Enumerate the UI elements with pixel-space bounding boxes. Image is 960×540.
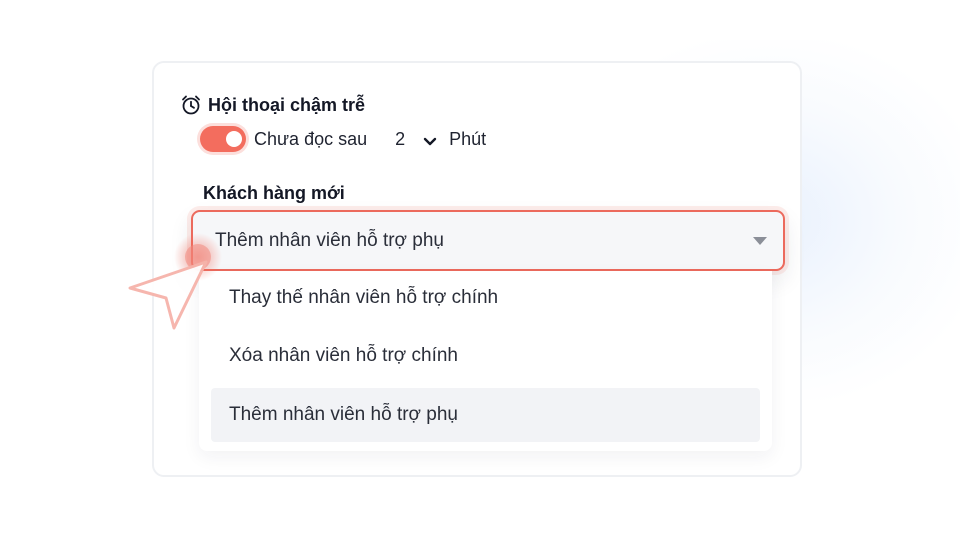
section-title: Hội thoại chậm trễ	[208, 94, 366, 115]
caret-down-icon	[753, 237, 767, 245]
dropdown-option[interactable]: Xóa nhân viên hỗ trợ chính	[211, 329, 760, 383]
select-current-value: Thêm nhân viên hỗ trợ phụ	[215, 230, 444, 251]
unread-delay-label: Chưa đọc sau	[254, 128, 368, 149]
dropdown-option[interactable]: Thay thế nhân viên hỗ trợ chính	[211, 271, 760, 325]
minutes-select-value[interactable]: 2	[395, 129, 405, 150]
new-customer-label: Khách hàng mới	[203, 183, 345, 203]
stage: Hội thoại chậm trễ Chưa đọc sau 2 Phút K…	[0, 0, 960, 540]
new-customer-select[interactable]: Thêm nhân viên hỗ trợ phụ	[191, 210, 785, 271]
unread-delay-row: Chưa đọc sau 2 Phút	[200, 125, 486, 153]
toggle-knob	[226, 131, 242, 147]
unread-delay-toggle[interactable]	[200, 126, 246, 152]
chevron-down-icon[interactable]	[423, 134, 437, 146]
minutes-unit-label: Phút	[449, 128, 487, 149]
alarm-clock-icon	[180, 94, 202, 116]
dropdown-option-selected[interactable]: Thêm nhân viên hỗ trợ phụ	[211, 388, 760, 442]
section-header: Hội thoại chậm trễ	[180, 93, 365, 117]
dropdown-menu: Thay thế nhân viên hỗ trợ chính Xóa nhân…	[199, 271, 772, 451]
